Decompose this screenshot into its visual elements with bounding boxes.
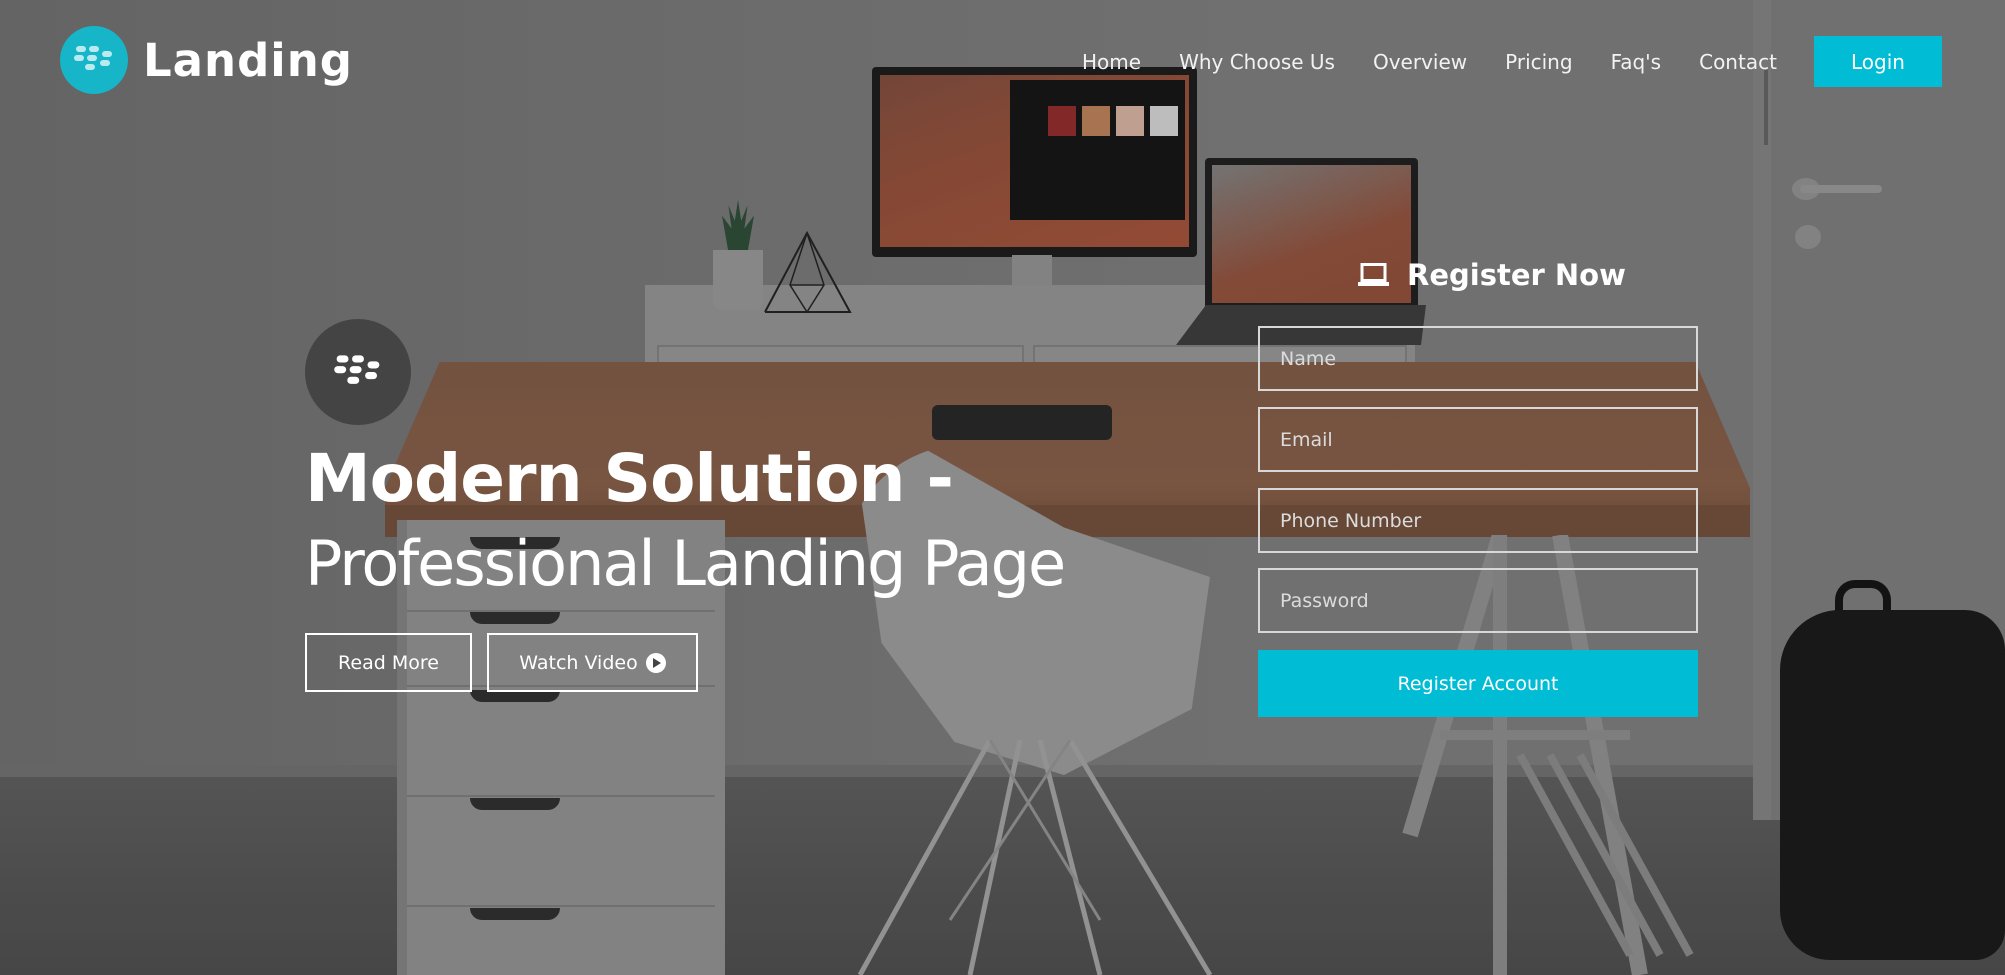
nav-contact[interactable]: Contact (1699, 50, 1777, 74)
dark-overlay (0, 0, 2005, 975)
brand-logo[interactable]: Landing (60, 26, 353, 94)
nav-overview[interactable]: Overview (1373, 50, 1467, 74)
login-button[interactable]: Login (1814, 36, 1942, 87)
hero-badge (305, 319, 411, 425)
play-circle-icon (645, 652, 666, 673)
laptop-icon (1358, 263, 1389, 286)
register-title: Register Now (1358, 258, 1626, 292)
password-input[interactable] (1258, 568, 1698, 633)
hero-subheadline: Professional Landing Page (305, 527, 1066, 600)
phone-number-input[interactable] (1258, 488, 1698, 553)
nav-home[interactable]: Home (1082, 50, 1141, 74)
nav-why-choose-us[interactable]: Why Choose Us (1179, 50, 1335, 74)
name-input[interactable] (1258, 326, 1698, 391)
register-title-text: Register Now (1407, 258, 1626, 292)
blackberry-logo-icon (60, 26, 128, 94)
watch-video-button[interactable]: Watch Video (487, 633, 698, 692)
email-input[interactable] (1258, 407, 1698, 472)
hero-headline: Modern Solution - (305, 440, 954, 517)
read-more-label: Read More (338, 651, 439, 674)
nav-faqs[interactable]: Faq's (1611, 50, 1662, 74)
nav-pricing[interactable]: Pricing (1505, 50, 1572, 74)
blackberry-logo-icon (334, 355, 380, 384)
hero-background-photo (0, 0, 2005, 975)
read-more-button[interactable]: Read More (305, 633, 472, 692)
brand-name: Landing (143, 33, 353, 87)
main-nav: Home Why Choose Us Overview Pricing Faq'… (1060, 36, 1796, 87)
watch-video-label: Watch Video (519, 651, 638, 674)
register-account-button[interactable]: Register Account (1258, 650, 1698, 717)
